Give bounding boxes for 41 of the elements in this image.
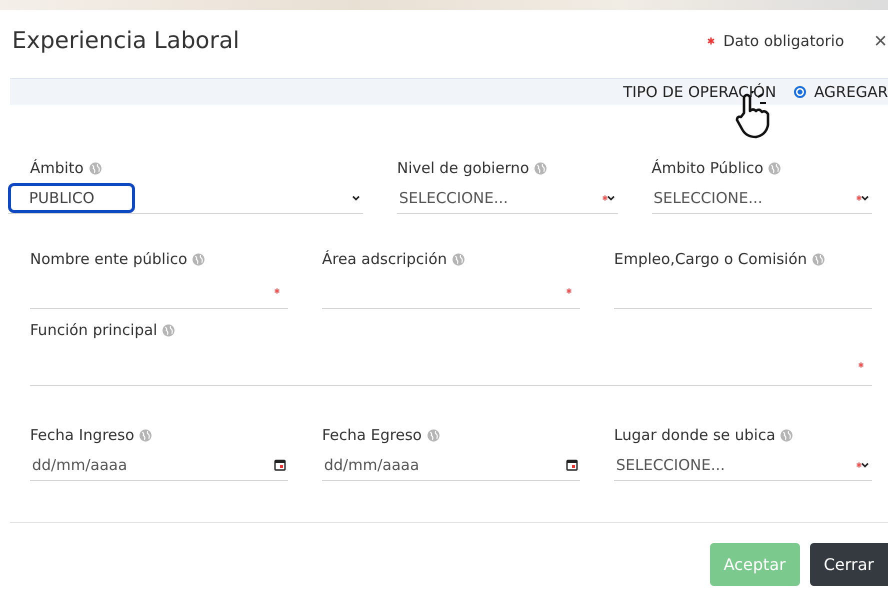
field-label: Área adscripción: [322, 250, 448, 268]
field-label: Nivel de gobierno: [397, 159, 530, 177]
chevron-down-icon: [860, 193, 870, 203]
field-label: Fecha Ingreso: [30, 426, 134, 444]
globe-icon: [162, 324, 176, 336]
dialog-title: Experiencia Laboral: [12, 28, 240, 54]
globe-icon: [426, 428, 440, 442]
calendar-icon: [566, 459, 578, 471]
radio-button[interactable]: [794, 86, 806, 98]
date-field[interactable]: dd/mm/aaaa: [322, 450, 580, 481]
operation-label: TIPO DE OPERACIÓN: [623, 83, 776, 101]
field-label: Función principal: [30, 321, 158, 339]
select-field[interactable]: SELECCIONE...: [614, 450, 872, 481]
asterisk-icon: [707, 37, 716, 45]
field-label: Lugar donde se ubica: [614, 426, 776, 444]
field-label: Fecha Egreso: [322, 426, 422, 444]
date-field[interactable]: dd/mm/aaaa: [30, 450, 288, 481]
chevron-down-icon: [860, 460, 870, 470]
field-label: Ámbito: [30, 159, 84, 177]
globe-icon: [139, 428, 152, 442]
globe-icon: [452, 252, 466, 266]
radio-label: AGREGAR: [814, 83, 888, 101]
field-label: Ámbito Público: [652, 159, 764, 177]
globe-icon: [780, 428, 794, 442]
field-label: Empleo,Cargo o Comisión: [614, 250, 808, 268]
close-button[interactable]: Cerrar: [810, 543, 888, 586]
select-field[interactable]: SELECCIONE...: [397, 183, 618, 214]
select-field[interactable]: SELECCIONE...: [652, 183, 872, 214]
calendar-icon: [274, 459, 286, 471]
globe-icon: [192, 252, 206, 266]
chevron-down-icon: [606, 193, 616, 203]
field-label: Nombre ente público: [30, 250, 188, 268]
select-field[interactable]: PUBLICO: [8, 183, 363, 214]
select-value: PUBLICO: [29, 189, 94, 207]
globe-icon: [88, 162, 102, 174]
chevron-down-icon: [351, 193, 361, 203]
globe-icon: [812, 252, 826, 266]
close-button[interactable]: ×: [874, 29, 887, 53]
required-note: Dato obligatorio: [723, 32, 844, 50]
globe-icon: [768, 162, 782, 174]
globe-icon: [534, 162, 548, 174]
